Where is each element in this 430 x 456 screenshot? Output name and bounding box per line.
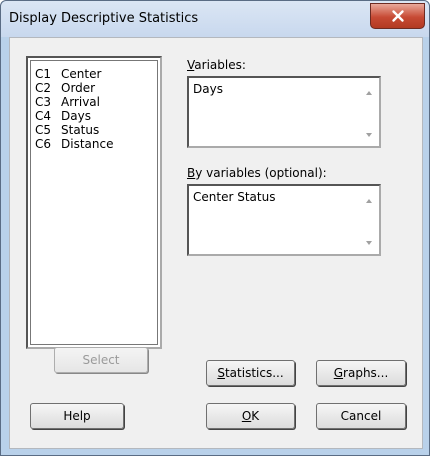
statistics-button[interactable]: Statistics...: [206, 360, 295, 386]
scroll-up-icon[interactable]: [363, 88, 375, 98]
list-item[interactable]: C2 Order: [35, 81, 95, 96]
column-name: Center: [61, 67, 102, 81]
close-button[interactable]: [370, 3, 425, 29]
scroll-up-icon[interactable]: [363, 196, 375, 206]
list-item[interactable]: C3 Arrival: [35, 95, 100, 110]
column-id: C5: [35, 123, 52, 137]
select-button[interactable]: Select: [54, 347, 148, 373]
column-name: Days: [61, 109, 91, 123]
column-id: C3: [35, 95, 52, 109]
column-id: C2: [35, 81, 52, 95]
by-variables-field[interactable]: Center Status: [187, 184, 381, 256]
dialog-client-area: C1 Center C2 Order C3 Arrival C4 Days C5 Stat…: [9, 37, 423, 449]
scroll-down-icon[interactable]: [363, 130, 375, 140]
variables-label: Variables:: [187, 58, 246, 72]
window-title: Display Descriptive Statistics: [9, 11, 199, 26]
close-icon: [391, 10, 404, 22]
column-name: Distance: [61, 137, 114, 151]
list-item[interactable]: C6 Distance: [35, 137, 113, 152]
variables-field[interactable]: Days: [187, 76, 381, 148]
ok-button[interactable]: OK: [206, 403, 295, 429]
cancel-button[interactable]: Cancel: [316, 403, 406, 429]
variables-value: Days: [193, 82, 223, 96]
column-listbox[interactable]: C1 Center C2 Order C3 Arrival C4 Days C5 Stat…: [26, 56, 162, 349]
list-item[interactable]: C1 Center: [35, 67, 101, 82]
dialog-window: Display Descriptive Statistics C1 Center …: [0, 0, 430, 456]
column-id: C1: [35, 67, 52, 81]
column-name: Status: [61, 123, 100, 137]
column-list: C1 Center C2 Order C3 Arrival C4 Days C5 Stat…: [30, 60, 158, 345]
by-variables-value: Center Status: [193, 190, 276, 204]
list-item[interactable]: C5 Status: [35, 123, 99, 138]
scroll-down-icon[interactable]: [363, 238, 375, 248]
by-variables-label: By variables (optional):: [187, 166, 327, 180]
column-id: C6: [35, 137, 52, 151]
column-id: C4: [35, 109, 52, 123]
help-button[interactable]: Help: [30, 403, 124, 429]
title-bar[interactable]: Display Descriptive Statistics: [1, 1, 429, 37]
list-item[interactable]: C4 Days: [35, 109, 91, 124]
column-name: Order: [61, 81, 96, 95]
graphs-button[interactable]: Graphs...: [316, 360, 406, 386]
column-name: Arrival: [61, 95, 100, 109]
